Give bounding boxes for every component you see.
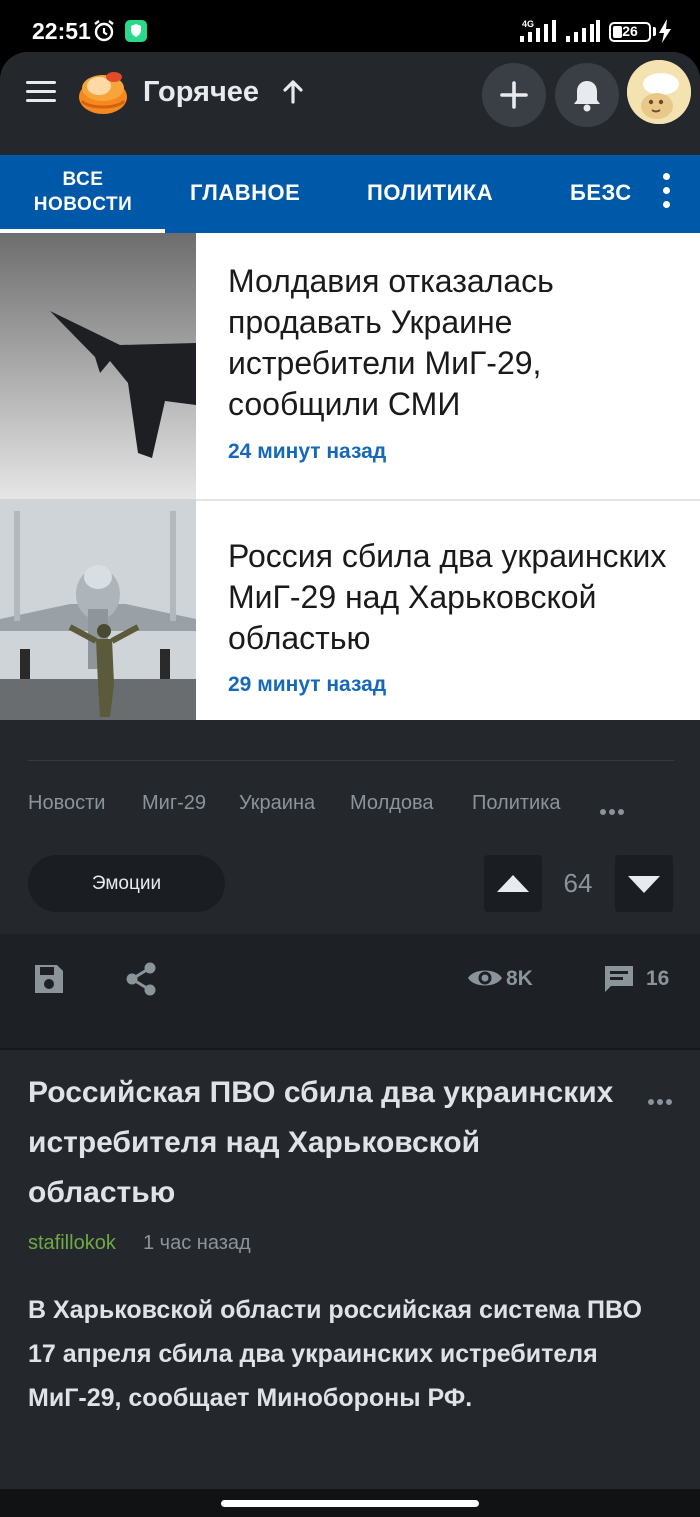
tag[interactable]: Миг-29 [142, 792, 206, 815]
logo[interactable] [76, 67, 130, 117]
post-time: 1 час назад [143, 1232, 251, 1254]
arrow-up-icon[interactable] [282, 80, 304, 104]
story-title[interactable]: Молдавия отказалась продавать Украине ис… [228, 261, 678, 425]
news-widget: ВСЕ НОВОСТИ ГЛАВНОЕ ПОЛИТИКА БЕЗС Молдав… [0, 155, 700, 720]
app-screen: Горячее ВСЕ НОВОСТИ ГЛАВНОЕ ПОЛИТИКА БЕЗ… [0, 52, 700, 1517]
comments-count[interactable]: 16 [646, 967, 669, 991]
tab-main[interactable]: ГЛАВНОЕ [190, 180, 300, 206]
post-author[interactable]: stafillokok [28, 1232, 116, 1255]
signal-2-icon [566, 20, 600, 42]
news-story[interactable]: Россия сбила два украинских МиГ-29 над Х… [0, 499, 700, 720]
tab-label-line1: ВСЕ [62, 169, 104, 190]
downvote-button[interactable] [615, 855, 673, 912]
tab-all-news[interactable]: ВСЕ НОВОСТИ [24, 167, 142, 217]
rating-count: 64 [563, 868, 593, 898]
tag[interactable]: Новости [28, 792, 105, 815]
avatar[interactable] [627, 60, 691, 124]
battery-tip [653, 27, 656, 36]
post-body: В Харьковской области российская система… [28, 1296, 642, 1412]
tab-politics[interactable]: ПОЛИТИКА [367, 180, 493, 206]
tags-more-icon[interactable] [600, 802, 630, 815]
notifications-button[interactable] [555, 63, 619, 127]
upvote-button[interactable] [484, 855, 542, 912]
tabs-more-icon[interactable] [663, 173, 673, 213]
tag[interactable]: Молдова [350, 792, 434, 815]
story-divider [196, 499, 700, 501]
status-time: 22:51 [32, 18, 91, 44]
story-image [0, 233, 196, 499]
post-title[interactable]: Российская ПВО сбила два украинских истр… [28, 1068, 628, 1218]
news-tabs: ВСЕ НОВОСТИ ГЛАВНОЕ ПОЛИТИКА БЕЗС [0, 155, 700, 233]
security-shield-icon [125, 20, 147, 42]
tag[interactable]: Политика [472, 792, 561, 815]
post-more-icon[interactable] [648, 1092, 678, 1105]
alarm-icon [94, 20, 114, 42]
app-bar: Горячее [0, 52, 700, 134]
triangle-down-icon [628, 876, 660, 893]
menu-icon[interactable] [26, 81, 56, 103]
story-time: 24 минут назад [228, 440, 387, 463]
share-icon[interactable] [124, 961, 158, 997]
add-post-button[interactable] [482, 63, 546, 127]
signal-icon [520, 20, 556, 42]
feed-title[interactable]: Горячее [143, 76, 259, 109]
status-bar: 22:51 4G 26 [0, 0, 700, 56]
comment-icon[interactable] [602, 962, 636, 996]
story-time: 29 минут назад [228, 673, 387, 696]
story-title[interactable]: Россия сбила два украинских МиГ-29 над Х… [228, 536, 678, 659]
charging-icon [659, 19, 671, 43]
post-separator [0, 1048, 700, 1050]
post-actions-bar: 8K 16 [0, 934, 700, 1048]
divider [28, 760, 674, 761]
battery-level: 26 [622, 23, 638, 39]
save-icon[interactable] [32, 962, 66, 996]
avatar-image [627, 60, 691, 124]
battery-icon: 26 [609, 22, 651, 42]
emotions-button[interactable]: Эмоции [28, 855, 225, 912]
bell-icon [574, 81, 600, 112]
home-indicator[interactable] [221, 1500, 479, 1507]
eye-icon [468, 970, 502, 986]
news-story[interactable]: Молдавия отказалась продавать Украине ис… [0, 233, 700, 499]
plus-icon [500, 81, 528, 109]
tag[interactable]: Украина [239, 792, 315, 815]
tab-security[interactable]: БЕЗС [570, 180, 633, 206]
views-count: 8K [506, 967, 533, 990]
triangle-up-icon [497, 875, 529, 892]
tab-label-line2: НОВОСТИ [33, 194, 133, 215]
story-image [0, 499, 196, 720]
